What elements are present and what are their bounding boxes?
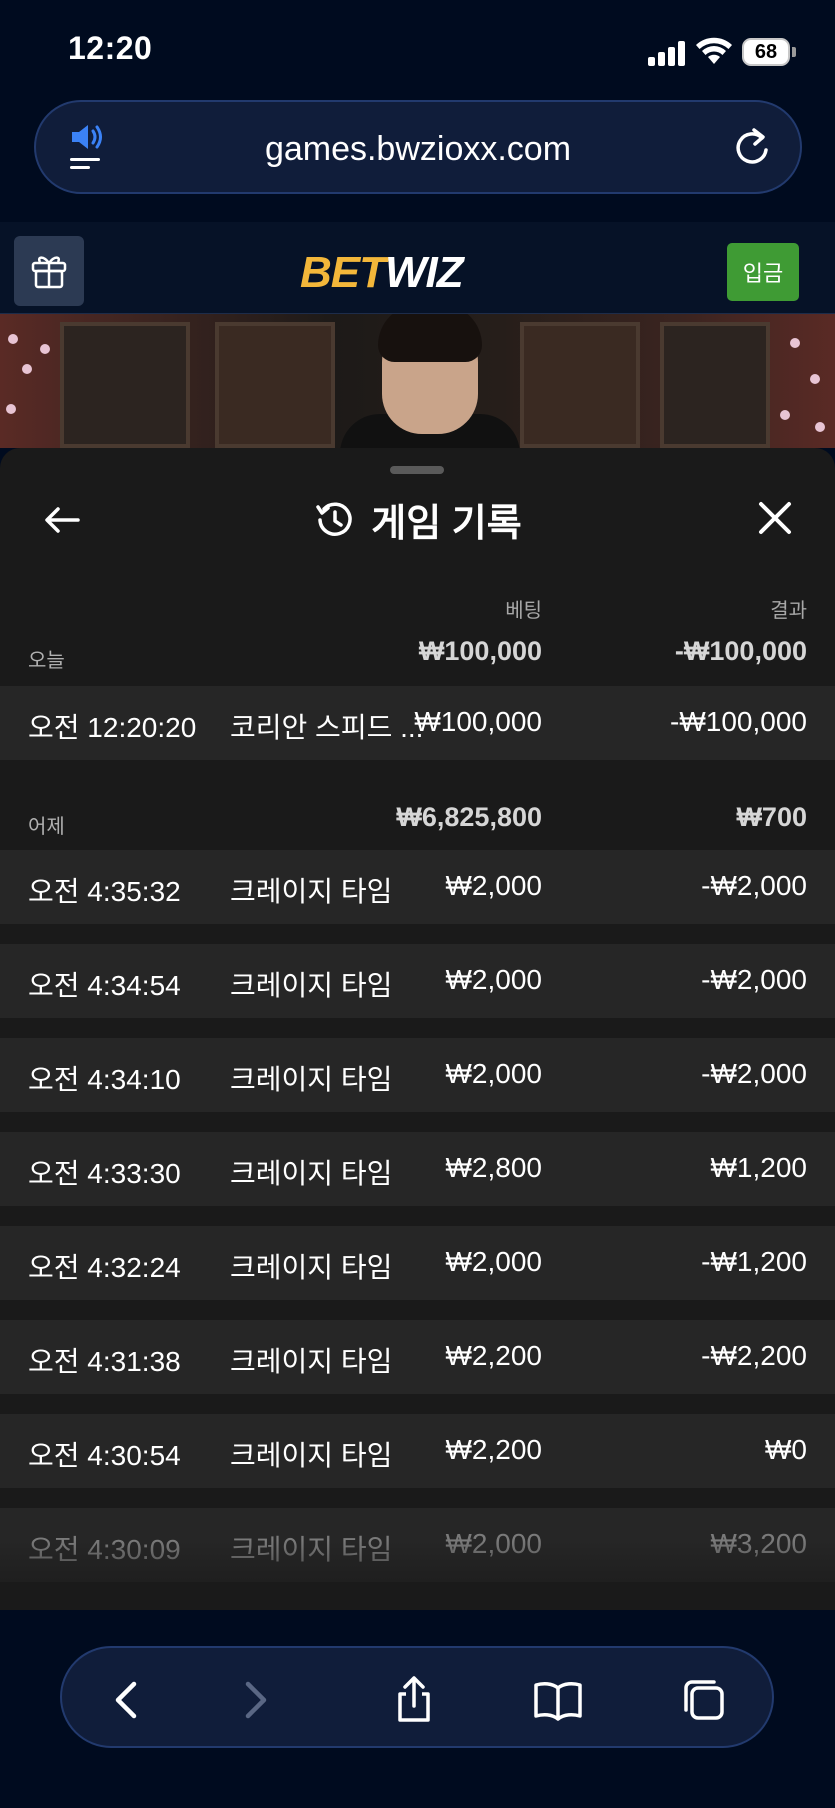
row-time: 오전 12:20:20 [28,712,197,743]
wifi-icon [696,37,732,64]
chevron-right-icon[interactable] [228,1674,280,1726]
video-backdrop-panel [520,322,640,448]
row-time: 오전 4:34:54 [28,970,181,1001]
history-row[interactable]: 오전 4:33:30 크레이지 타임 ₩2,800 ₩1,200 [0,1132,835,1206]
row-bet: ₩2,200 [445,1340,543,1371]
game-history-panel: 게임 기록 베팅 결과 오늘 ₩100,000 -₩100,000 오전 12:… [0,448,835,1610]
row-result: -₩1,200 [701,1246,807,1277]
group-bet-total: ₩6,825,800 [396,802,542,832]
column-header-result: 결과 [770,600,807,622]
battery-indicator: 68 [742,38,790,66]
row-result: ₩1,200 [710,1152,808,1183]
sheet-grabber[interactable] [390,466,444,474]
row-game: 크레이지 타임 [230,876,393,907]
status-bar: 12:20 68 [0,0,835,100]
blossom [780,410,790,420]
status-time: 12:20 [68,30,153,66]
column-header-bet: 베팅 [505,600,542,622]
panel-title: 게임 기록 [371,503,522,545]
group-label: 오늘 [28,650,65,672]
signal-icon [648,40,688,66]
live-video-preview[interactable] [0,314,835,448]
blossom [790,338,800,348]
row-time: 오전 4:33:30 [28,1158,181,1189]
panel-title-wrap: 게임 기록 [0,492,835,551]
history-row[interactable]: 오전 12:20:20 코리안 스피드 ... ₩100,000 -₩100,0… [0,686,835,760]
group-result-total: ₩700 [736,802,807,832]
bookmarks-icon[interactable] [532,1674,584,1726]
battery-level: 68 [754,40,778,63]
row-time: 오전 4:30:54 [28,1440,181,1471]
row-time: 오전 4:31:38 [28,1346,181,1377]
battery-tip [792,47,796,57]
row-bet: ₩100,000 [414,706,542,737]
video-backdrop-panel [660,322,770,448]
history-row[interactable]: 오전 4:34:54 크레이지 타임 ₩2,000 -₩2,000 [0,944,835,1018]
group-bet-total: ₩100,000 [418,636,542,666]
group-label: 어제 [28,816,65,838]
row-bet: ₩2,000 [445,870,543,901]
row-game: 코리안 스피드 ... [230,712,424,743]
row-time: 오전 4:35:32 [28,876,181,907]
row-game: 크레이지 타임 [230,1346,393,1377]
browser-toolbar [60,1646,774,1748]
row-result: -₩2,000 [701,870,807,901]
history-row[interactable]: 오전 4:32:24 크레이지 타임 ₩2,000 -₩1,200 [0,1226,835,1300]
tabs-icon[interactable] [678,1674,730,1726]
chevron-left-icon[interactable] [102,1674,154,1726]
reload-icon[interactable] [732,128,772,168]
logo-bet: BET [300,248,386,297]
address-bar[interactable]: games.bwzioxx.com [34,100,802,194]
history-row[interactable]: 오전 4:34:10 크레이지 타임 ₩2,000 -₩2,000 [0,1038,835,1112]
blossom [815,422,825,432]
deposit-button[interactable]: 입금 [727,243,799,301]
row-bet: ₩2,000 [445,1246,543,1277]
row-bet: ₩2,800 [445,1152,543,1183]
history-row[interactable]: 오전 4:30:54 크레이지 타임 ₩2,200 ₩0 [0,1414,835,1488]
logo-wiz: WIZ [385,248,464,297]
group-result-total: -₩100,000 [674,636,807,666]
blossom [22,364,32,374]
row-result: -₩100,000 [670,706,807,737]
share-icon[interactable] [388,1674,440,1726]
site-logo[interactable]: BETWIZ [300,248,464,298]
blossom [6,404,16,414]
row-time: 오전 4:32:24 [28,1252,181,1283]
blossom [8,334,18,344]
history-row[interactable]: 오전 4:35:32 크레이지 타임 ₩2,000 -₩2,000 [0,850,835,924]
row-time: 오전 4:34:10 [28,1064,181,1095]
gift-button[interactable] [14,236,84,306]
list-fade-overlay [0,1540,835,1610]
row-result: -₩2,000 [701,964,807,995]
row-result: -₩2,200 [701,1340,807,1371]
row-bet: ₩2,200 [445,1434,543,1465]
row-result: -₩2,000 [701,1058,807,1089]
row-bet: ₩2,000 [445,964,543,995]
history-row[interactable]: 오전 4:31:38 크레이지 타임 ₩2,200 -₩2,200 [0,1320,835,1394]
history-icon [316,501,352,536]
row-game: 크레이지 타임 [230,1252,393,1283]
url-text[interactable]: games.bwzioxx.com [36,130,800,169]
row-bet: ₩2,000 [445,1058,543,1089]
group-header-yesterday: 어제 ₩6,825,800 ₩700 [0,790,835,846]
row-game: 크레이지 타임 [230,970,393,1001]
close-icon[interactable] [755,498,795,538]
row-game: 크레이지 타임 [230,1064,393,1095]
blossom [810,374,820,384]
site-header: BETWIZ 입금 [0,222,835,314]
row-game: 크레이지 타임 [230,1440,393,1471]
row-result: ₩0 [765,1434,807,1465]
dealer-hair [378,314,482,362]
group-header-today: 오늘 ₩100,000 -₩100,000 [0,624,835,680]
gift-icon [31,256,67,289]
row-game: 크레이지 타임 [230,1158,393,1189]
video-backdrop-panel [60,322,190,448]
blossom [40,344,50,354]
video-backdrop-panel [215,322,335,448]
